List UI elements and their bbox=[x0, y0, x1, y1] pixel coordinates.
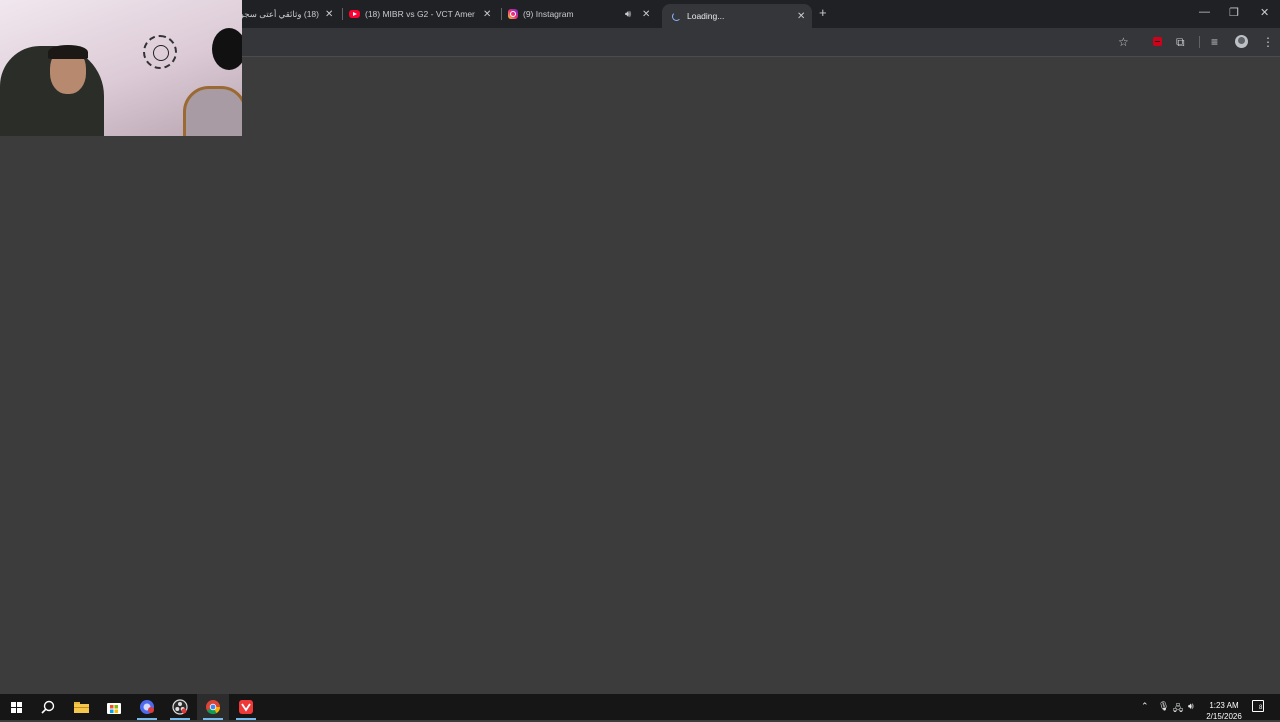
search-button[interactable] bbox=[32, 694, 64, 720]
hair-image bbox=[48, 45, 88, 59]
tab-title: Loading... bbox=[687, 11, 725, 21]
clock-time: 1:23 AM bbox=[1209, 701, 1239, 710]
star-icon[interactable]: ☆ bbox=[1118, 34, 1129, 50]
network-icon[interactable]: 🖧︎ bbox=[1173, 701, 1183, 717]
puzzle-icon[interactable]: ⧉ bbox=[1176, 34, 1185, 50]
extension-icon[interactable] bbox=[1153, 37, 1162, 46]
chrome-button[interactable] bbox=[197, 694, 229, 720]
close-icon[interactable]: ✕ bbox=[325, 9, 333, 20]
youtube-icon bbox=[349, 10, 360, 18]
close-icon[interactable]: ✕ bbox=[483, 9, 491, 20]
restore-icon[interactable]: ❐ bbox=[1229, 6, 1239, 19]
tab-title: (9) Instagram bbox=[523, 9, 574, 19]
media-control-icon[interactable]: ≡ bbox=[1211, 34, 1218, 50]
notification-count: 8 bbox=[1259, 705, 1263, 711]
edge-dev-icon bbox=[140, 700, 154, 714]
obs-icon bbox=[172, 699, 188, 715]
window-close-icon[interactable]: ✕ bbox=[1260, 6, 1269, 19]
speaker-icon[interactable]: 🔊︎ bbox=[625, 9, 631, 20]
dark-object-image bbox=[212, 28, 242, 70]
tab-separator bbox=[501, 8, 502, 20]
close-icon[interactable]: ✕ bbox=[797, 11, 805, 22]
profile-avatar-icon[interactable] bbox=[1235, 35, 1248, 48]
tab-documentary[interactable]: (18) وثائقي أعتى سجون ✕ bbox=[242, 0, 339, 28]
kebab-icon[interactable]: ⋮ bbox=[1262, 34, 1274, 50]
wall-clock-image bbox=[143, 35, 177, 69]
chrome-icon bbox=[206, 700, 221, 715]
vivaldi-icon bbox=[239, 700, 253, 714]
new-tab-button[interactable]: + bbox=[819, 5, 827, 20]
windows-icon bbox=[10, 701, 22, 713]
system-clock[interactable]: 1:23 AM 2/15/2026 bbox=[1203, 700, 1245, 722]
tab-loading[interactable]: Loading... ✕ bbox=[662, 4, 812, 28]
tab-youtube-mibr[interactable]: (18) MIBR vs G2 - VCT Americas ✕ bbox=[349, 0, 499, 28]
taskbar: ⌃ 🎙︎ 🖧︎ 🔊︎ bbox=[0, 694, 1280, 720]
tab-title: (18) MIBR vs G2 - VCT Americas bbox=[365, 9, 475, 19]
tab-title: (18) وثائقي أعتى سجون bbox=[242, 8, 319, 19]
loading-spinner-icon bbox=[672, 11, 681, 21]
folder-icon bbox=[73, 702, 89, 713]
microphone-icon[interactable]: 🎙︎ bbox=[1158, 701, 1169, 712]
file-explorer-button[interactable] bbox=[65, 694, 97, 720]
start-button[interactable] bbox=[0, 694, 32, 720]
mirror-image bbox=[183, 86, 242, 136]
page-content-area[interactable] bbox=[0, 57, 1280, 694]
search-icon bbox=[41, 700, 55, 714]
webcam-overlay bbox=[0, 0, 242, 136]
minimize-icon[interactable]: — bbox=[1199, 6, 1210, 18]
store-button[interactable] bbox=[98, 694, 130, 720]
store-icon bbox=[107, 703, 121, 714]
edge-dev-button[interactable] bbox=[131, 694, 163, 720]
chevron-up-icon[interactable]: ⌃ bbox=[1141, 701, 1149, 712]
obs-button[interactable] bbox=[164, 694, 196, 720]
close-icon[interactable]: ✕ bbox=[642, 9, 650, 20]
tab-separator bbox=[342, 8, 343, 20]
clock-date: 2/15/2026 bbox=[1206, 712, 1242, 721]
instagram-icon bbox=[508, 9, 518, 19]
toolbar-divider bbox=[1199, 36, 1200, 48]
volume-icon[interactable]: 🔊︎ bbox=[1188, 701, 1194, 712]
vivaldi-button[interactable] bbox=[230, 694, 262, 720]
tab-instagram[interactable]: (9) Instagram 🔊︎ ✕ bbox=[508, 0, 658, 28]
